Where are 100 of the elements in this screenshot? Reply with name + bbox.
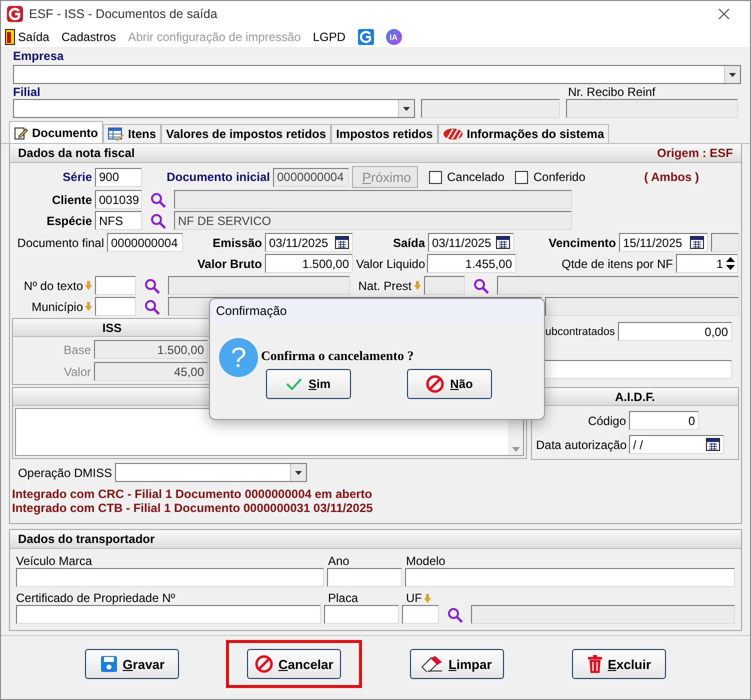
field-label: Veículo Marca [16,554,94,568]
date-field[interactable]: 03/11/2025 [428,233,514,252]
text-field[interactable]: 0000000004 [107,233,183,252]
down-arrow-icon [85,302,92,311]
text-field[interactable]: NFS [95,211,142,230]
text-field[interactable] [402,605,440,624]
caret-icon [403,106,410,110]
checkbox-label: Cancelado [447,170,504,184]
search-icon[interactable] [473,278,490,294]
field-label: Espécie [46,214,92,228]
dropdown-button[interactable] [290,464,306,481]
search-icon[interactable] [144,298,160,314]
quantity-spinner[interactable]: 1 [676,254,738,273]
text-field[interactable]: 1.455,00 [427,254,516,273]
field-label: Valor Liquido [356,256,424,270]
checkbox[interactable] [429,170,442,184]
text-field[interactable] [711,233,739,252]
field-label: Nr. Recibo Reinf [568,85,656,99]
text-field[interactable]: 1.500,00 [94,340,208,359]
field-label: Operação DMISS [16,466,112,480]
calendar-icon[interactable] [335,236,349,249]
text-field[interactable] [95,276,136,295]
text-field[interactable]: NF DE SERVICO [174,211,572,230]
field-label: Município [32,300,83,314]
pencil-paper-icon [14,126,28,140]
text-field[interactable] [174,190,572,209]
dropdown-button[interactable] [398,100,414,117]
field-label: Nat. Prest [358,278,412,292]
text-field[interactable] [324,605,399,624]
section-title: Dados do transportador [18,532,155,546]
calendar-icon[interactable] [496,236,510,249]
tab[interactable]: Documento [9,121,103,143]
panel-title: ISS [13,319,211,337]
door-icon [5,29,15,45]
prohibited-icon [426,375,444,393]
text-field[interactable] [424,276,466,295]
text-field[interactable] [16,568,324,587]
logo-icon[interactable] [358,29,374,45]
text-field[interactable] [545,297,739,316]
text-field[interactable] [566,99,738,118]
search-icon[interactable] [447,606,464,622]
text-field[interactable] [497,276,739,295]
scroll-down-icon[interactable] [512,447,520,452]
text-field[interactable]: 0 [629,411,699,430]
section-title: Dados da nota fiscal [18,146,135,160]
field-label: Emissão [212,236,262,250]
delete-button[interactable]: Excluir [572,649,666,679]
field-label: Vencimento [548,236,616,250]
search-icon[interactable] [144,278,160,294]
menu-item[interactable]: LGPD [312,30,346,44]
text-field[interactable]: 001039 [95,190,142,209]
text-field[interactable]: 0,00 [618,322,732,341]
text-field[interactable]: 1.500,00 [265,254,353,273]
field-label: Documento final [16,236,104,250]
field-label: Código [586,414,626,428]
text-field[interactable] [16,605,322,624]
search-icon[interactable] [150,192,166,208]
text-field[interactable] [327,568,402,587]
scope-label: ( Ambos ) [644,170,699,184]
cancel-button[interactable]: Cancelar [247,649,342,679]
date-field[interactable]: 03/11/2025 [265,233,353,252]
text-field[interactable]: 900 [95,168,142,186]
field-label: Empresa [13,49,65,63]
text-field[interactable]: 45,00 [94,362,208,381]
spinner-arrows-icon[interactable] [725,256,736,271]
save-button[interactable]: Gravar [85,649,180,679]
date-field[interactable]: / / [629,435,724,454]
field-label: UF [406,591,422,605]
calendar-icon[interactable] [690,236,704,249]
menu-item[interactable]: Cadastros [61,30,116,44]
tab[interactable]: Informações do sistema [438,124,610,143]
branch-dropdown[interactable] [13,99,416,118]
tab[interactable]: Impostos retidos [331,124,438,143]
dmiss-dropdown[interactable] [115,463,307,482]
menu-item[interactable]: Saída [5,29,50,45]
field-label: Valor Bruto [196,256,262,270]
field-label: Modelo [406,554,446,568]
striped-oval-icon [442,128,463,140]
text-field[interactable]: 0000000004 [273,168,349,186]
yes-button[interactable]: Sim [266,369,351,399]
text-field[interactable] [471,605,735,624]
tab[interactable]: Itens [103,124,162,143]
text-field[interactable] [544,360,732,379]
clear-button[interactable]: Limpar [410,649,504,679]
text-field[interactable] [168,276,350,295]
no-button[interactable]: Não [407,369,492,399]
company-dropdown[interactable] [13,65,741,84]
ai-button[interactable]: IA [386,29,402,45]
field-label: Ano [328,554,350,568]
date-field[interactable]: 15/11/2025 [619,233,708,252]
text-field[interactable] [421,99,560,118]
checkbox[interactable] [515,170,528,184]
dropdown-button[interactable] [724,66,740,83]
text-field[interactable] [95,297,136,316]
calendar-icon[interactable] [706,438,720,451]
eraser-icon [421,656,444,672]
text-field[interactable] [404,568,735,587]
tab[interactable]: Valores de impostos retidos [161,124,332,143]
search-icon[interactable] [150,212,166,228]
field-label: Base [62,342,91,356]
